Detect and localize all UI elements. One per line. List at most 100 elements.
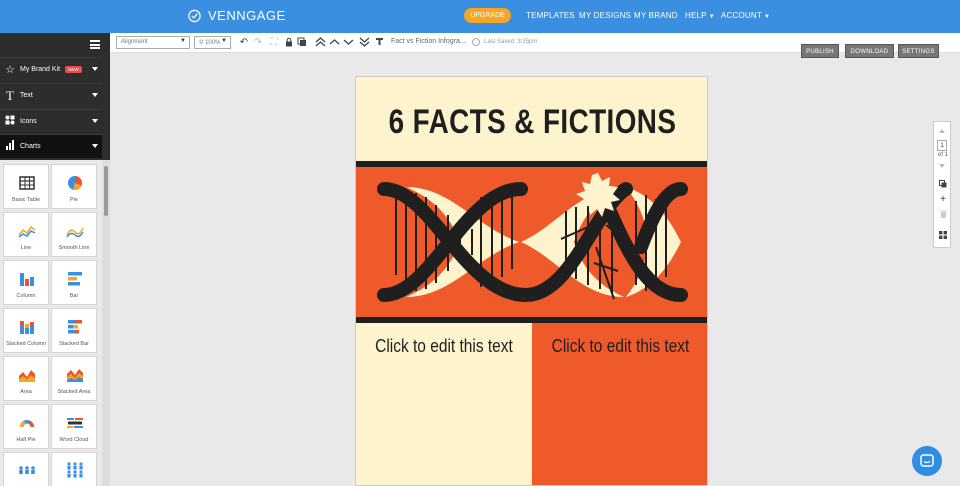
caret-down-icon: ▼ — [708, 14, 715, 20]
chart-tile-pie[interactable]: Pie — [51, 164, 97, 209]
download-button[interactable]: DOWNLOAD — [845, 44, 894, 58]
nav-help[interactable]: HELP ▼ — [685, 11, 715, 20]
send-to-back-icon[interactable] — [358, 37, 370, 49]
nav-my-brand[interactable]: MY BRAND — [634, 11, 678, 20]
publish-button[interactable]: PUBLISH — [801, 44, 839, 58]
nav-my-designs-label: MY DESIGNS — [579, 11, 632, 20]
icons-grid-icon — [3, 115, 17, 128]
chart-tile-bar[interactable]: Bar — [51, 260, 97, 305]
pin-icon[interactable] — [373, 37, 385, 49]
chart-tile-people-grid[interactable] — [51, 452, 97, 486]
people-chart-icon — [19, 466, 35, 474]
grid-view-icon[interactable] — [935, 231, 951, 241]
page-down-icon[interactable] — [939, 164, 945, 168]
top-nav-bar: VENNGAGE UPGRADE TEMPLATES MY DESIGNS MY… — [0, 0, 960, 33]
zoom-icon: ⚲ — [199, 40, 204, 46]
chat-bubble-icon — [920, 454, 934, 467]
tile-label: Basic Table — [11, 197, 41, 203]
bar-chart-icon — [68, 272, 82, 286]
chart-tile-people[interactable] — [3, 452, 49, 486]
add-page-icon[interactable]: + — [935, 194, 951, 205]
delete-page-icon[interactable] — [935, 210, 951, 220]
chevron-down-icon — [92, 119, 98, 123]
stacked-column-chart-icon — [20, 321, 34, 334]
redo-icon[interactable]: ↷ — [252, 37, 264, 49]
last-saved-text: Last Saved: 3:35pm — [484, 39, 538, 45]
nav-my-designs[interactable]: MY DESIGNS — [579, 11, 631, 20]
tile-label: Pie — [70, 197, 78, 203]
nav-account[interactable]: ACCOUNT ▼ — [721, 11, 770, 20]
chevron-down-icon — [92, 93, 98, 97]
undo-icon[interactable]: ↶ — [238, 37, 250, 49]
line-chart-icon — [18, 225, 36, 238]
sidebar-item-label: Text — [20, 92, 33, 99]
current-page-input[interactable]: 1 — [937, 140, 947, 151]
left-text-box[interactable]: Click to edit this text — [368, 335, 519, 357]
sidebar-item-text[interactable]: T Text — [0, 83, 102, 107]
bring-forward-icon[interactable] — [328, 37, 340, 49]
sidebar-item-label: Icons — [20, 118, 37, 125]
dna-illustration-section[interactable] — [356, 167, 707, 317]
zoom-select[interactable]: ⚲ 100% ▼ — [194, 36, 231, 49]
nav-templates-label: TEMPLATES — [526, 11, 575, 20]
copy-page-icon[interactable] — [935, 180, 951, 190]
fiction-column[interactable]: Click to edit this text — [532, 323, 707, 485]
chart-tile-basic-table[interactable]: Basic Table — [3, 164, 49, 209]
sidebar-scrollbar[interactable] — [102, 160, 110, 486]
chart-tile-area[interactable]: Area — [3, 356, 49, 401]
tile-label: Word Cloud — [59, 437, 89, 443]
sidebar-item-my-brand-kit[interactable]: ☆ My Brand Kit NEW — [0, 57, 102, 81]
hamburger-menu-icon[interactable] — [90, 40, 100, 49]
tile-label: Stacked Bar — [59, 341, 89, 347]
venngage-logo-icon — [188, 9, 201, 23]
sidebar-item-label: Charts — [20, 143, 41, 150]
text-icon: T — [6, 87, 14, 103]
smooth-line-chart-icon — [66, 227, 84, 238]
design-canvas[interactable]: 6 FACTS & FICTIONS Click to edit this te… — [355, 76, 708, 486]
chart-tile-word-cloud[interactable]: Word Cloud — [51, 404, 97, 449]
right-text-box[interactable]: Click to edit this text — [544, 335, 696, 357]
bring-to-front-icon[interactable] — [314, 37, 326, 49]
alignment-select[interactable]: Alignment ▼ — [116, 36, 190, 49]
page-navigator: 1 of 1 + — [933, 121, 951, 248]
chat-button[interactable] — [912, 446, 942, 476]
chart-tile-stacked-area[interactable]: Stacked Area — [51, 356, 97, 401]
stacked-area-chart-icon — [67, 369, 83, 382]
settings-button[interactable]: SETTINGS — [898, 44, 939, 58]
star-icon: ☆ — [5, 64, 15, 76]
fact-column[interactable]: Click to edit this text — [356, 323, 532, 485]
send-backward-icon[interactable] — [342, 37, 354, 49]
upgrade-button[interactable]: UPGRADE — [464, 8, 511, 23]
brand[interactable]: VENNGAGE — [187, 8, 286, 23]
chart-tile-half-pie[interactable]: Half Pie — [3, 404, 49, 449]
bar-chart-icon — [3, 140, 17, 153]
scrollbar-thumb[interactable] — [104, 166, 108, 216]
chevron-down-icon — [92, 67, 98, 71]
tile-label: Smooth Line — [58, 245, 90, 251]
chart-tile-stacked-bar[interactable]: Stacked Bar — [51, 308, 97, 353]
nav-help-label: HELP — [685, 11, 707, 20]
nav-templates[interactable]: TEMPLATES — [526, 11, 575, 20]
chart-tile-smooth-line[interactable]: Smooth Line — [51, 212, 97, 257]
chart-tile-column[interactable]: Column — [3, 260, 49, 305]
chart-tile-stacked-column[interactable]: Stacked Column — [3, 308, 49, 353]
chart-tile-line[interactable]: Line — [3, 212, 49, 257]
new-badge: NEW — [65, 66, 82, 73]
nav-my-brand-label: MY BRAND — [634, 11, 678, 20]
page-total: of 1 — [937, 152, 948, 158]
duplicate-icon[interactable] — [296, 37, 308, 49]
chevron-down-icon — [92, 144, 98, 148]
sidebar-item-charts[interactable]: Charts — [0, 134, 102, 158]
nav-account-label: ACCOUNT — [721, 11, 762, 20]
page-up-icon[interactable] — [939, 129, 945, 133]
brand-name: VENNGAGE — [208, 8, 286, 23]
chart-types-grid: Basic Table Pie Line Smooth Line Column … — [0, 160, 102, 486]
canvas-headline[interactable]: 6 FACTS & FICTIONS — [388, 103, 677, 142]
lock-icon[interactable] — [283, 37, 295, 49]
document-title[interactable]: Fact vs Fiction Infogra... — [391, 38, 466, 45]
sidebar-item-icons[interactable]: Icons — [0, 109, 102, 133]
tile-label: Area — [20, 389, 32, 395]
title-section: 6 FACTS & FICTIONS — [356, 77, 707, 161]
crop-icon[interactable]: ⛶ — [268, 37, 280, 49]
tile-label: Stacked Area — [57, 389, 91, 395]
